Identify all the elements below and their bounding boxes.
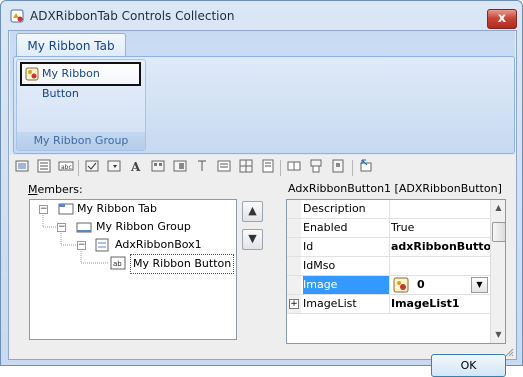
collapse-icon[interactable]: − [57, 223, 66, 232]
property-row[interactable]: + ImageList ImageList1 [287, 295, 490, 314]
add-label-icon[interactable]: A [128, 158, 144, 174]
app-icon [10, 9, 24, 23]
ribbon-box-icon [95, 238, 109, 252]
scroll-thumb[interactable] [492, 222, 505, 242]
add-button-icon[interactable] [14, 158, 30, 174]
tree-item-ribbon-tab[interactable]: − My Ribbon Tab [30, 200, 236, 218]
property-name: Enabled [303, 219, 390, 237]
vertical-scrollbar[interactable]: ▲ ▼ [490, 200, 505, 343]
paste-icon[interactable] [308, 158, 324, 174]
copy-icon[interactable] [286, 158, 302, 174]
delete-icon[interactable] [330, 158, 346, 174]
image-index: 0 [417, 278, 425, 291]
property-name: ImageList [303, 295, 390, 313]
properties-title: AdxRibbonButton1 [ADXRibbonButton] [288, 182, 502, 195]
toolbar-separator [352, 160, 353, 176]
svg-text:ab: ab [113, 260, 122, 268]
property-row[interactable]: Description [287, 200, 490, 219]
property-name: IdMso [303, 257, 390, 275]
ribbon-panel: My Ribbon Button My Ribbon Group [13, 56, 515, 154]
add-box-icon[interactable] [194, 158, 210, 174]
svg-text:abc: abc [61, 164, 72, 171]
close-button[interactable]: x [487, 9, 517, 29]
row-gutter [287, 276, 301, 294]
tree-item-label: AdxRibbonBox1 [115, 238, 202, 251]
tree-item-label: My Ribbon Group [96, 220, 191, 233]
ribbon-group-caption: My Ribbon Group [17, 132, 145, 150]
members-label: Members: [28, 183, 83, 196]
add-dialog-launcher-icon[interactable] [260, 158, 276, 174]
controls-toolbar: abc A [14, 158, 514, 180]
toolbar-separator [280, 160, 281, 176]
collapse-icon[interactable]: − [39, 205, 48, 214]
property-value-editor[interactable]: 0 ▼ [391, 276, 490, 294]
add-button-group-icon[interactable] [216, 158, 232, 174]
button-icon: ab [110, 256, 126, 270]
image-preview-icon [393, 277, 409, 293]
expand-icon[interactable]: + [289, 299, 299, 309]
property-name: Description [303, 200, 390, 218]
property-row[interactable]: IdMso [287, 257, 490, 276]
move-down-button[interactable]: ▼ [242, 229, 263, 250]
row-gutter [287, 257, 301, 275]
tree-item-ribbon-box[interactable]: − AdxRibbonBox1 [30, 236, 236, 254]
row-gutter [287, 219, 301, 237]
resize-grip-icon[interactable] [504, 347, 514, 357]
svg-text:A: A [130, 160, 141, 174]
property-value[interactable] [391, 257, 490, 275]
scroll-up-icon[interactable]: ▲ [494, 203, 503, 212]
add-edit-box-icon[interactable]: abc [58, 158, 74, 174]
add-toggle-icon[interactable] [172, 158, 188, 174]
property-row-selected[interactable]: Image 0 ▼ [287, 276, 490, 295]
select-icon[interactable] [358, 158, 374, 174]
ribbon-button-icon [25, 67, 39, 81]
property-grid[interactable]: Description Enabled True Id adxRibbonBut… [286, 199, 506, 344]
property-value[interactable]: adxRibbonButton1 [391, 238, 490, 256]
ribbon-group[interactable]: My Ribbon Button My Ribbon Group [16, 59, 146, 151]
row-gutter [287, 200, 301, 218]
window-title: ADXRibbonTab Controls Collection [30, 9, 235, 23]
dialog-window: ADXRibbonTab Controls Collection x My Ri… [0, 0, 523, 377]
property-row[interactable]: Id adxRibbonButton1 [287, 238, 490, 257]
property-value[interactable]: True [391, 219, 490, 237]
title-bar[interactable]: ADXRibbonTab Controls Collection x [1, 1, 522, 31]
add-dropdown-icon[interactable] [106, 158, 122, 174]
add-checkbox-icon[interactable] [84, 158, 100, 174]
collapse-icon[interactable]: − [77, 241, 86, 250]
property-name: Image [303, 276, 390, 294]
tree-item-ribbon-button[interactable]: ab My Ribbon Button [30, 254, 236, 274]
ribbon-tab-icon [58, 203, 74, 215]
toolbar-separator [78, 160, 79, 176]
scroll-down-icon[interactable]: ▼ [494, 330, 503, 339]
add-separator-icon[interactable] [238, 158, 254, 174]
property-value[interactable] [391, 200, 490, 218]
dropdown-button[interactable]: ▼ [471, 277, 488, 293]
ribbon-tab[interactable]: My Ribbon Tab [16, 33, 126, 58]
add-menu-icon[interactable] [36, 158, 52, 174]
tree-item-label: My Ribbon Button [130, 254, 235, 274]
row-gutter [287, 238, 301, 256]
ribbon-button[interactable]: My Ribbon Button [20, 62, 141, 100]
ribbon-group-icon [76, 222, 92, 233]
add-gallery-icon[interactable] [150, 158, 166, 174]
members-tree[interactable]: − My Ribbon Tab − My Ribbon Group − AdxR… [29, 199, 237, 340]
property-name: Id [303, 238, 390, 256]
property-value[interactable]: ImageList1 [391, 295, 490, 313]
tree-item-ribbon-group[interactable]: − My Ribbon Group [30, 218, 236, 236]
move-up-button[interactable]: ▲ [242, 201, 263, 222]
ribbon-button-label: My Ribbon Button [42, 67, 100, 100]
ribbon-preview: My Ribbon Tab My Ribbon Button My Ribbon… [10, 31, 515, 155]
property-row[interactable]: Enabled True [287, 219, 490, 238]
dialog-body: My Ribbon Tab My Ribbon Button My Ribbon… [8, 30, 517, 377]
tree-item-label: My Ribbon Tab [77, 202, 157, 215]
